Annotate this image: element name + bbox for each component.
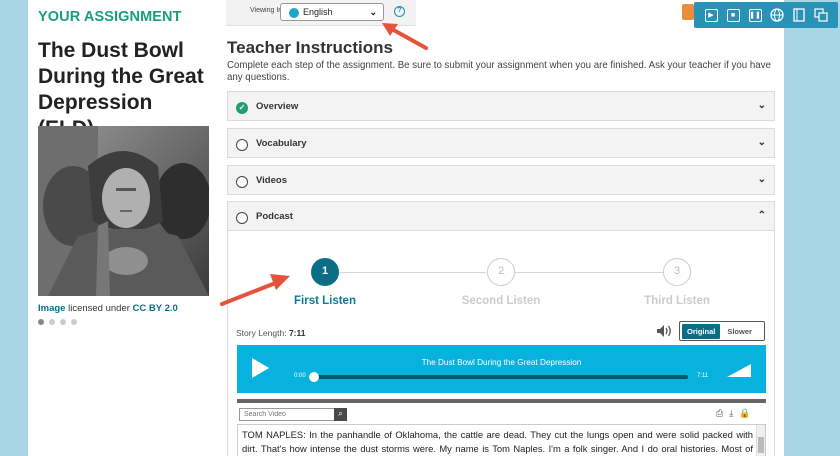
chevron-up-icon: ⌃ (757, 210, 766, 221)
language-bar: Viewing In English ⌄ ? (226, 0, 416, 26)
speed-slower-button[interactable]: Slower (722, 324, 757, 339)
step-2-circle[interactable]: 2 (487, 258, 515, 286)
section-label: Vocabulary (256, 138, 307, 149)
speaker-icon (657, 325, 671, 337)
step-3-label[interactable]: Third Listen (622, 295, 732, 307)
step-1-circle[interactable]: 1 (311, 258, 339, 286)
search-icon[interactable]: ⌕ (334, 408, 347, 421)
submit-tab[interactable] (682, 4, 694, 20)
status-circle-icon (236, 139, 248, 151)
download-icon[interactable]: ⤓ (729, 408, 733, 419)
transcript-box: TOM NAPLES: In the panhandle of Oklahoma… (237, 424, 766, 456)
section-overview[interactable]: ✓ Overview ⌄ (227, 91, 775, 121)
volume-icon[interactable] (727, 364, 751, 377)
search-video-input[interactable] (239, 408, 335, 421)
story-length: Story Length: 7:11 (236, 328, 305, 338)
step-connector (515, 272, 663, 273)
image-credit: Image licensed under CC BY 2.0 (38, 303, 178, 314)
story-length-value: 7:11 (288, 328, 306, 338)
translate-icon[interactable] (813, 7, 829, 23)
language-value: English (303, 7, 333, 17)
migrant-mother-photo (38, 126, 209, 296)
section-label: Videos (256, 175, 287, 186)
instructions-text: Complete each step of the assignment. Be… (227, 60, 771, 83)
audio-player: The Dust Bowl During the Great Depressio… (237, 345, 766, 393)
page: YOUR ASSIGNMENT The Dust Bowl During the… (28, 0, 784, 456)
section-label: Overview (256, 101, 299, 112)
scrollbar-thumb[interactable] (758, 437, 764, 453)
print-icon[interactable]: ⎙ (716, 408, 723, 419)
section-vocabulary[interactable]: Vocabulary ⌄ (227, 128, 775, 158)
status-circle-icon (236, 212, 248, 224)
assignment-photo (38, 126, 209, 296)
lock-icon[interactable]: 🔒 (739, 408, 750, 419)
speed-original-button[interactable]: Original (682, 323, 721, 339)
language-select[interactable]: English ⌄ (280, 3, 384, 21)
carousel-dot[interactable] (38, 319, 44, 325)
viewing-in-label: Viewing In (250, 7, 283, 14)
podcast-panel: 1 2 3 First Listen Second Listen Third L… (227, 231, 775, 456)
step-connector (339, 272, 486, 273)
pause-icon[interactable]: ❚❚ (747, 7, 763, 23)
play-icon[interactable]: ▶ (703, 7, 719, 23)
transcript-text: TOM NAPLES: In the panhandle of Oklahoma… (242, 429, 753, 454)
chevron-down-icon: ⌄ (757, 137, 766, 148)
dictionary-icon[interactable] (791, 7, 807, 23)
stop-icon[interactable]: ■ (725, 7, 741, 23)
status-circle-icon (236, 176, 248, 188)
chevron-down-icon: ⌄ (757, 174, 766, 185)
transcript-scrollbar[interactable] (756, 425, 765, 456)
image-link[interactable]: Image (38, 303, 65, 314)
current-time: 0:00 (294, 373, 306, 379)
divider (237, 399, 766, 403)
listen-steps: 1 2 3 First Listen Second Listen Third L… (228, 231, 774, 321)
reader-toolbar: ▶ ■ ❚❚ (694, 2, 838, 28)
step-1-label[interactable]: First Listen (270, 295, 380, 307)
story-length-label: Story Length: (236, 328, 287, 338)
section-videos[interactable]: Videos ⌄ (227, 165, 775, 195)
carousel-dot[interactable] (49, 319, 55, 325)
track-title: The Dust Bowl During the Great Depressio… (421, 358, 582, 367)
carousel-dot[interactable] (71, 319, 77, 325)
chevron-down-icon: ⌄ (757, 100, 766, 111)
instructions-heading: Teacher Instructions (227, 38, 393, 57)
help-icon[interactable]: ? (394, 6, 405, 17)
step-3-circle[interactable]: 3 (663, 258, 691, 286)
carousel-dot[interactable] (60, 319, 66, 325)
transcript-tools: ⎙ ⤓ 🔒 (716, 408, 750, 419)
chevron-down-icon: ⌄ (369, 7, 377, 17)
license-link[interactable]: CC BY 2.0 (133, 303, 178, 314)
seek-bar[interactable] (314, 375, 688, 379)
section-label: Podcast (256, 211, 293, 222)
step-2-label[interactable]: Second Listen (446, 295, 556, 307)
credit-text: licensed under (68, 303, 130, 314)
globe-icon[interactable] (769, 7, 785, 23)
section-podcast[interactable]: Podcast ⌃ (227, 201, 775, 231)
carousel-dots (38, 319, 77, 325)
check-icon: ✓ (236, 102, 248, 114)
globe-icon (289, 8, 299, 18)
seek-handle[interactable] (309, 372, 319, 382)
duration: 7:11 (697, 373, 709, 379)
your-assignment-heading: YOUR ASSIGNMENT (38, 9, 182, 25)
speed-toggle: Original Slower (679, 321, 765, 341)
